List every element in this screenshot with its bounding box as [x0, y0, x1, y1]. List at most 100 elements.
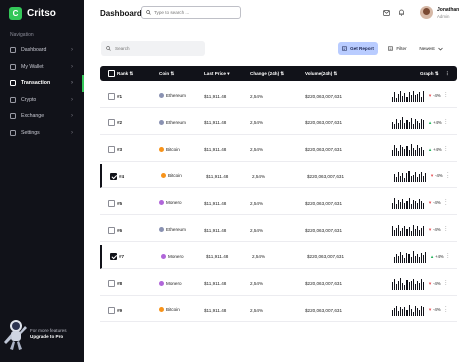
sidebar-item-my-wallet[interactable]: My Wallet ›: [0, 59, 84, 76]
row-menu-icon[interactable]: · · ·: [447, 251, 450, 260]
column-change[interactable]: Change (24h) ⇅: [250, 71, 284, 77]
coin-icon: [159, 280, 164, 286]
sidebar-item-dashboard[interactable]: Dashboard ›: [0, 42, 84, 59]
row-checkbox[interactable]: [108, 226, 115, 234]
table-row[interactable]: #7 Monero $11,911.48 2,54% $220,063,007,631 ▲…: [100, 244, 457, 269]
row-menu-icon[interactable]: · · ·: [445, 225, 448, 234]
row-checkbox[interactable]: [110, 253, 117, 261]
sparkline-bar: [394, 92, 396, 102]
sidebar-item-exchange[interactable]: Exchange ›: [0, 108, 84, 125]
sparkline-bar: [402, 172, 404, 183]
sparkline-bar: [422, 91, 424, 102]
chevron-right-icon: ›: [71, 96, 73, 103]
sparkline-bar: [410, 204, 412, 210]
select-all-checkbox[interactable]: [108, 70, 115, 77]
sparkline-bar: [396, 305, 398, 317]
row-checkbox[interactable]: [108, 199, 115, 207]
row-menu-icon[interactable]: · · ·: [447, 171, 450, 180]
row-checkbox[interactable]: [108, 146, 115, 154]
row-checkbox[interactable]: [108, 119, 115, 127]
mail-icon[interactable]: [382, 8, 391, 17]
upgrade-link[interactable]: Upgrade to Pro: [30, 334, 67, 340]
sparkline-bar: [402, 96, 404, 102]
global-search-box[interactable]: [141, 6, 241, 19]
sparkline-bar: [410, 231, 412, 236]
rank-cell: #7: [119, 254, 125, 260]
sidebar-item-transaction[interactable]: Transaction ›: [0, 75, 84, 92]
table-row[interactable]: #5 Monero $11,911.48 2,54% $220,063,007,631 ▼…: [100, 191, 457, 216]
table-row[interactable]: #4 Bitcoin $11,911.48 2,54% $220,063,007,631…: [100, 164, 457, 189]
table-row[interactable]: #3 Bitcoin $11,911.48 2,54% $220,063,007,631…: [100, 138, 457, 162]
row-menu-icon[interactable]: · · ·: [445, 278, 448, 287]
row-checkbox[interactable]: [108, 92, 115, 100]
column-rank[interactable]: Rank ⇅: [117, 71, 133, 77]
column-graph[interactable]: Graph ⇅: [420, 71, 439, 77]
brand[interactable]: C Critso: [9, 7, 56, 20]
rank-cell: #2: [117, 120, 123, 126]
filter-button[interactable]: Filter: [384, 42, 411, 55]
sparkline-bar: [402, 117, 404, 129]
price-cell: $11,911.48: [204, 307, 227, 313]
sparkline-bar: [398, 256, 400, 263]
row-checkbox[interactable]: [110, 172, 117, 180]
table-row[interactable]: #2 Ethereum $11,911.48 2,54% $220,063,007,63…: [100, 111, 457, 135]
sidebar-item-crypto[interactable]: Crypto ›: [0, 92, 84, 109]
get-report-button[interactable]: Get Report: [338, 42, 378, 55]
sparkline-bar: [418, 174, 420, 183]
row-checkbox[interactable]: [108, 306, 115, 314]
delta-badge: ▼ -4%: [428, 200, 441, 205]
user-name[interactable]: Jonathan: [437, 7, 459, 13]
sparkline-bar: [394, 257, 396, 263]
sparkline-bar: [400, 278, 402, 290]
rank-cell: #6: [117, 227, 123, 233]
notification-bell-icon[interactable]: [397, 8, 406, 17]
delta-badge: ▼ -4%: [428, 227, 441, 232]
global-search-input[interactable]: [154, 10, 240, 15]
sparkline-bar: [420, 200, 422, 210]
sidebar-item-settings[interactable]: Settings ›: [0, 125, 84, 142]
row-menu-icon[interactable]: · · ·: [445, 198, 448, 207]
sparkline-bar: [410, 118, 412, 129]
delta-value: -4%: [435, 173, 443, 179]
exchange-icon: [10, 113, 16, 120]
column-options-icon[interactable]: ⋮: [445, 71, 450, 77]
row-menu-icon[interactable]: · · ·: [445, 117, 448, 126]
sort-dropdown[interactable]: Newest: [416, 42, 446, 55]
table-search-box[interactable]: [101, 41, 205, 56]
table-search-input[interactable]: [115, 46, 195, 51]
sort-icon: ⇅: [170, 71, 175, 76]
volume-cell: $220,063,007,631: [305, 281, 343, 287]
coin-icon: [159, 146, 164, 152]
sparkline-bar: [400, 144, 402, 156]
column-last-price[interactable]: Last Price ▾: [204, 71, 230, 77]
sparkline-bar: [416, 202, 418, 210]
upgrade-promo[interactable]: For more features Upgrade to Pro: [0, 310, 84, 350]
sparkline-bar: [422, 282, 424, 290]
sparkline-bar: [398, 200, 400, 210]
coin-cell: Monero: [159, 280, 182, 286]
sort-icon: ⇅: [434, 71, 439, 76]
sparkline-bar: [392, 202, 394, 210]
table-row[interactable]: #6 Ethereum $11,911.48 2,54% $220,063,007,63…: [100, 218, 457, 242]
column-coin[interactable]: Coin ⇅: [159, 71, 174, 77]
table-row[interactable]: #1 Ethereum $11,911.48 2,54% $220,063,007,63…: [100, 84, 457, 108]
sparkline-bar: [418, 148, 420, 156]
row-menu-icon[interactable]: · · ·: [445, 144, 448, 153]
row-menu-icon[interactable]: · · ·: [445, 91, 448, 100]
column-volume[interactable]: Volume(24h) ⇅: [305, 71, 337, 77]
coin-cell: Bitcoin: [161, 173, 182, 179]
sparkline-bar: [408, 122, 410, 129]
table-row[interactable]: #9 Bitcoin $11,911.48 2,54% $220,063,007,631…: [100, 298, 457, 323]
table-row[interactable]: #8 Monero $11,911.48 2,54% $220,063,007,631 ▼…: [100, 272, 457, 296]
sparkline-bar: [394, 230, 396, 236]
delta-badge: ▼ -4%: [428, 281, 441, 286]
column-change-label: Change (24h): [250, 71, 280, 76]
column-graph-label: Graph: [420, 71, 434, 76]
avatar[interactable]: [420, 6, 433, 19]
row-menu-icon[interactable]: · · ·: [445, 305, 448, 314]
sparkline-bar: [422, 150, 424, 156]
sparkline-bar: [402, 199, 404, 210]
row-checkbox[interactable]: [108, 280, 115, 288]
sparkline-bar: [404, 203, 406, 210]
sparkline-bar: [408, 91, 410, 102]
